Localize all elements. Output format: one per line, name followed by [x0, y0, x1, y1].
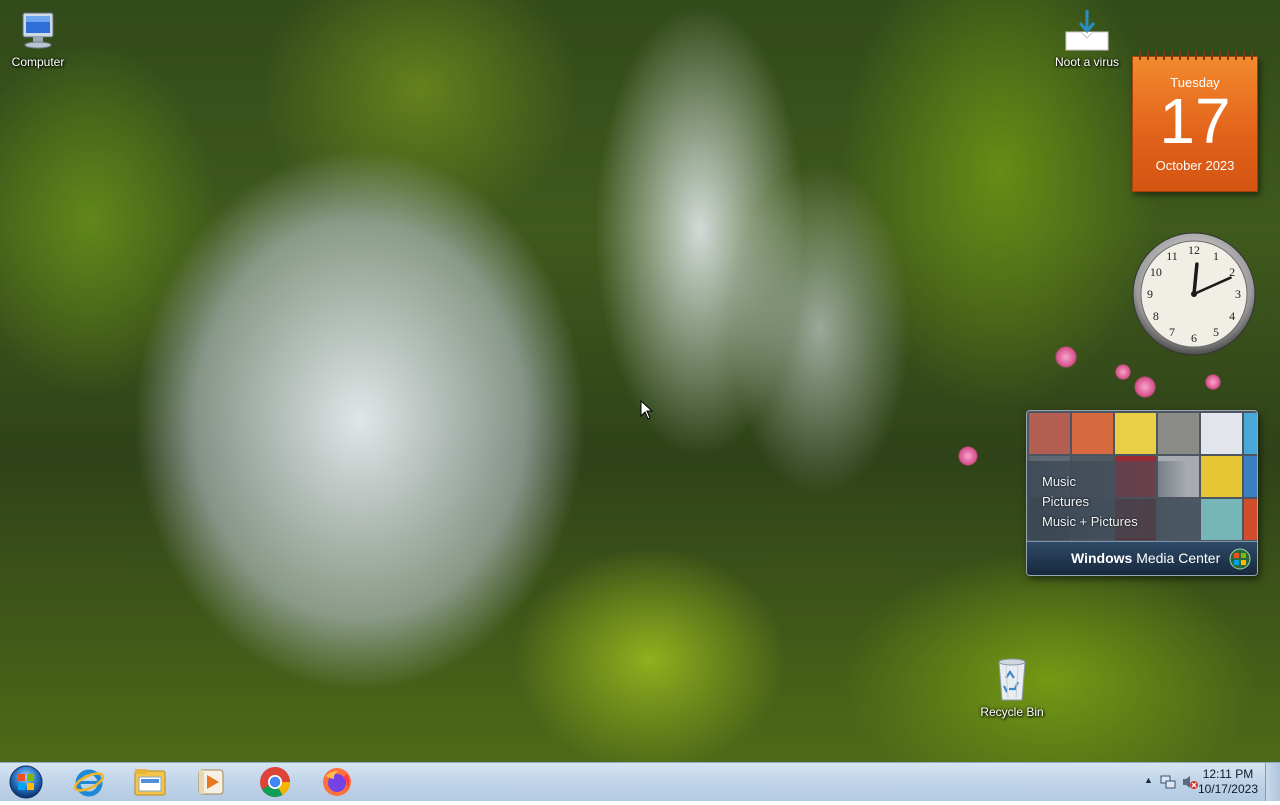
start-button[interactable]: [6, 764, 46, 800]
clock-numeral: 9: [1147, 287, 1153, 301]
file-explorer-icon: [134, 769, 166, 796]
taskbar-firefox[interactable]: [312, 765, 362, 799]
taskbar-time: 12:11 PM: [1202, 767, 1254, 781]
wallpaper-flower: [958, 446, 978, 466]
show-desktop-button[interactable]: [1265, 763, 1280, 801]
clock-numeral: 3: [1235, 287, 1241, 301]
chrome-icon: [260, 767, 290, 798]
windows-logo-icon: [1229, 548, 1251, 570]
taskbar-date: 10/17/2023: [1197, 782, 1258, 796]
desktop-icon-label: Noot a virus: [1054, 55, 1120, 69]
taskbar-chrome[interactable]: [250, 765, 300, 799]
show-hidden-icons-icon[interactable]: ▲: [1144, 775, 1153, 785]
taskbar-internet-explorer[interactable]: [64, 765, 114, 799]
windows-start-orb-icon: [9, 765, 43, 799]
clock-numeral: 7: [1169, 325, 1175, 339]
calendar-rings-icon: [1139, 51, 1253, 60]
media-menu-item-pictures[interactable]: Pictures: [1042, 494, 1089, 509]
media-menu-item-music-pictures[interactable]: Music + Pictures: [1042, 514, 1138, 529]
media-center-title: Windows Media Center: [1071, 550, 1221, 566]
wallpaper-flower: [1134, 376, 1156, 398]
computer-icon: [22, 12, 54, 49]
media-center-menu: Music Pictures Music + Pictures: [1027, 461, 1187, 539]
desktop-icon-computer[interactable]: Computer: [0, 10, 76, 69]
media-menu-item-music[interactable]: Music: [1042, 474, 1076, 489]
system-tray: ▲ 12:11 PM 10/17/2023: [1110, 763, 1280, 801]
calendar-month-year: October 2023: [1155, 158, 1235, 173]
calendar-day-number: 17: [1159, 85, 1231, 157]
desktop-icon-recycle-bin[interactable]: Recycle Bin: [974, 656, 1050, 719]
taskbar-media-player[interactable]: [186, 765, 236, 799]
desktop-icon-label: Recycle Bin: [980, 705, 1044, 719]
media-center-title-bar[interactable]: Windows Media Center: [1027, 541, 1257, 575]
wallpaper-flower: [1205, 374, 1221, 390]
media-center-gadget[interactable]: Music Pictures Music + Pictures Windows …: [1026, 410, 1258, 576]
taskbar: ▲ 12:11 PM 10/17/2023: [0, 762, 1280, 801]
desktop-wallpaper: [0, 0, 1280, 762]
clock-numeral: 12: [1188, 243, 1200, 257]
firefox-icon: [323, 768, 351, 796]
media-player-icon: [198, 769, 224, 795]
internet-explorer-icon: [73, 769, 105, 797]
clock-numeral: 5: [1213, 325, 1219, 339]
analog-clock-face: 12 1234567891011: [1132, 232, 1256, 356]
clock-numeral: 4: [1229, 309, 1235, 323]
mouse-pointer-icon: [640, 400, 654, 420]
desktop-icon-noot-a-virus[interactable]: Noot a virus: [1049, 8, 1125, 69]
volume-muted-icon[interactable]: [1182, 774, 1198, 790]
desktop-icon-label: Computer: [11, 55, 65, 69]
taskbar-file-explorer[interactable]: [125, 765, 175, 799]
taskbar-clock[interactable]: 12:11 PM 10/17/2023: [1198, 767, 1258, 797]
clock-numeral: 1: [1213, 249, 1219, 263]
recycle-bin-icon: [998, 658, 1026, 701]
clock-gadget[interactable]: 12 1 2 3 4 5 6 7 8 9 10 11: [1131, 231, 1257, 357]
calendar-gadget[interactable]: Tuesday 17 October 2023: [1132, 51, 1258, 192]
download-file-icon: [1065, 10, 1109, 51]
network-icon[interactable]: [1160, 774, 1176, 790]
wallpaper-flower: [1115, 364, 1131, 380]
wallpaper-flower: [1055, 346, 1077, 368]
clock-numeral: 10: [1150, 265, 1162, 279]
clock-numeral: 11: [1166, 249, 1178, 263]
clock-numeral: 6: [1191, 331, 1197, 345]
clock-numeral: 8: [1153, 309, 1159, 323]
